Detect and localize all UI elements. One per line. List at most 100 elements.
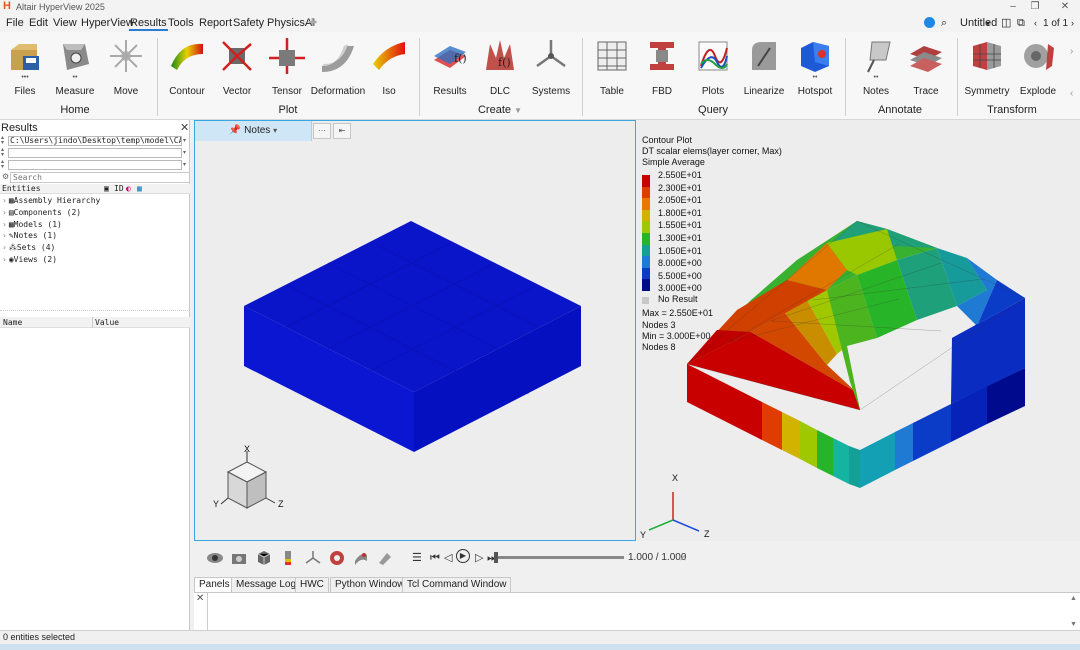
panel-splitter[interactable] <box>0 310 190 316</box>
filter-icon[interactable]: ⚙ <box>2 172 9 181</box>
chevron-right-icon[interactable]: › <box>2 208 7 217</box>
tree-item-assembly-hierarchy[interactable]: › ▦Assembly Hierarchy <box>2 195 100 206</box>
animation-slider[interactable] <box>498 556 624 559</box>
prev-page-icon[interactable]: ‹ <box>1034 16 1037 31</box>
chevron-down-icon[interactable]: ▾ <box>183 148 189 158</box>
page-icon[interactable]: ⧉ <box>1017 16 1025 31</box>
spin-up-down-icon[interactable]: ▴ ▾ <box>1 135 7 146</box>
tab-python-window[interactable]: Python Window <box>330 577 410 592</box>
probe-icon[interactable] <box>376 549 394 567</box>
first-frame-icon[interactable]: ⏮ <box>430 551 440 565</box>
close-window-button[interactable]: ✕ <box>1052 0 1078 14</box>
deformation-button[interactable]: Deformation <box>310 36 366 98</box>
chevron-down-icon[interactable]: ▾ <box>986 16 990 31</box>
axes-icon[interactable] <box>304 549 322 567</box>
chevron-right-icon[interactable]: › <box>2 196 7 205</box>
viewport-left[interactable]: 📌 Notes ▾ ··· ⇤ X Y Z <box>194 120 636 541</box>
chevron-down-icon[interactable]: ▾ <box>183 136 189 146</box>
animation-slider-handle[interactable] <box>494 552 498 563</box>
visibility-icon[interactable]: ▣ <box>104 184 109 194</box>
move-button[interactable]: Move <box>98 36 154 98</box>
menu-hyperview[interactable]: HyperView <box>80 16 135 31</box>
layout-icon[interactable]: ◫ <box>1001 16 1011 31</box>
ribbon-scroll-right-icon[interactable]: › <box>1070 46 1073 57</box>
symmetry-button[interactable]: Symmetry <box>959 36 1015 98</box>
triad-y-label: Y <box>213 499 219 509</box>
menu-edit[interactable]: Edit <box>28 16 49 31</box>
search-input[interactable] <box>10 172 190 183</box>
scroll-down-icon[interactable]: ▼ <box>1070 621 1077 628</box>
speed-icon[interactable]: ⩘ <box>680 551 686 565</box>
tree-item-sets[interactable]: › ⁂Sets (4) <box>2 242 55 253</box>
systems-icon <box>536 40 566 68</box>
restore-button[interactable]: ❐ <box>1022 0 1048 14</box>
chevron-right-icon[interactable]: › <box>2 255 7 264</box>
systems-button[interactable]: Systems <box>523 36 579 98</box>
next-page-icon[interactable]: › <box>1071 16 1074 31</box>
explode-button[interactable]: Explode <box>1010 36 1066 98</box>
tab-tcl-command-window[interactable]: Tcl Command Window <box>402 577 512 592</box>
results-button[interactable]: f() Results <box>422 36 478 98</box>
next-frame-icon[interactable]: ▷ <box>475 551 483 565</box>
legend-swatch <box>642 209 650 222</box>
linearize-button[interactable]: Linearize <box>736 36 792 98</box>
fbd-button[interactable]: FBD <box>634 36 690 98</box>
tensor-button[interactable]: Tensor <box>259 36 315 98</box>
menu-file[interactable]: File <box>5 16 25 31</box>
doc-title-dropdown[interactable]: Untitled <box>960 16 997 31</box>
tab-message-log[interactable]: Message Log <box>231 577 302 592</box>
ribbon-scroll-left-icon[interactable]: ‹ <box>1070 88 1073 99</box>
contour-button[interactable]: Contour <box>159 36 215 98</box>
menu-results[interactable]: Results <box>129 16 168 31</box>
color-icon[interactable]: ◐ <box>126 184 131 194</box>
vector-button[interactable]: Vector <box>209 36 265 98</box>
trace-button[interactable]: Trace <box>898 36 954 98</box>
menu-view[interactable]: View <box>52 16 78 31</box>
menu-safety[interactable]: Safety <box>232 16 265 31</box>
chevron-right-icon[interactable]: › <box>2 243 7 252</box>
chevron-right-icon[interactable]: › <box>2 231 7 240</box>
files-button[interactable]: ••• Files <box>0 36 53 98</box>
tree-item-components[interactable]: › ▤Components (2) <box>2 207 81 218</box>
result-selector[interactable] <box>8 160 182 170</box>
add-menu-icon[interactable]: ✚ <box>308 16 317 31</box>
chevron-down-icon[interactable]: ▾ <box>183 160 189 170</box>
chevron-right-icon[interactable]: › <box>2 220 7 229</box>
display-icon[interactable]: ▦ <box>137 184 142 194</box>
iso-button[interactable]: Iso <box>361 36 417 98</box>
model-selector[interactable] <box>8 148 182 158</box>
file-path-field[interactable]: C:\Users\jindo\Desktop\temp\model\CAE <box>8 136 182 146</box>
close-panel-icon[interactable]: ✕ <box>196 593 204 604</box>
hotspot-button[interactable]: •• Hotspot <box>787 36 843 98</box>
tab-hwc[interactable]: HWC <box>295 577 329 592</box>
menu-report[interactable]: Report <box>198 16 233 31</box>
section-icon[interactable] <box>352 549 370 567</box>
group-create-dropdown-icon[interactable]: ▼ <box>514 106 522 115</box>
legend-icon[interactable] <box>280 549 298 567</box>
notes-button[interactable]: •• Notes <box>848 36 904 98</box>
menu-tools[interactable]: Tools <box>167 16 195 31</box>
close-icon[interactable]: ✕ <box>180 121 189 134</box>
plots-button[interactable]: Plots <box>685 36 741 98</box>
tree-item-models[interactable]: › ▦Models (1) <box>2 219 62 230</box>
scroll-up-icon[interactable]: ▲ <box>1070 595 1077 602</box>
prev-frame-icon[interactable]: ◁ <box>444 551 452 565</box>
search-icon[interactable]: ⌕ <box>941 16 947 31</box>
measure-button[interactable]: •• Measure <box>47 36 103 98</box>
tree-item-notes[interactable]: › ✎Notes (1) <box>2 230 57 241</box>
spin-up-down-icon[interactable]: ▴ ▾ <box>1 159 7 170</box>
camera-icon[interactable] <box>230 549 248 567</box>
tab-panels[interactable]: Panels <box>194 577 235 592</box>
tree-item-views[interactable]: › ◉Views (2) <box>2 254 57 265</box>
menu-lines-icon[interactable]: ☰ <box>412 551 422 565</box>
query-icon[interactable] <box>328 549 346 567</box>
eye-icon[interactable] <box>206 549 224 567</box>
play-icon[interactable]: ▶ <box>456 549 470 563</box>
spin-up-down-icon[interactable]: ▴ ▾ <box>1 147 7 158</box>
dlc-button[interactable]: f() DLC <box>472 36 528 98</box>
panel-area[interactable]: ✕ ▲ ▼ <box>194 592 1080 631</box>
cube-icon[interactable] <box>255 549 273 567</box>
table-button[interactable]: Table <box>584 36 640 98</box>
globe-icon[interactable] <box>924 17 935 28</box>
view-cube[interactable] <box>220 451 276 509</box>
